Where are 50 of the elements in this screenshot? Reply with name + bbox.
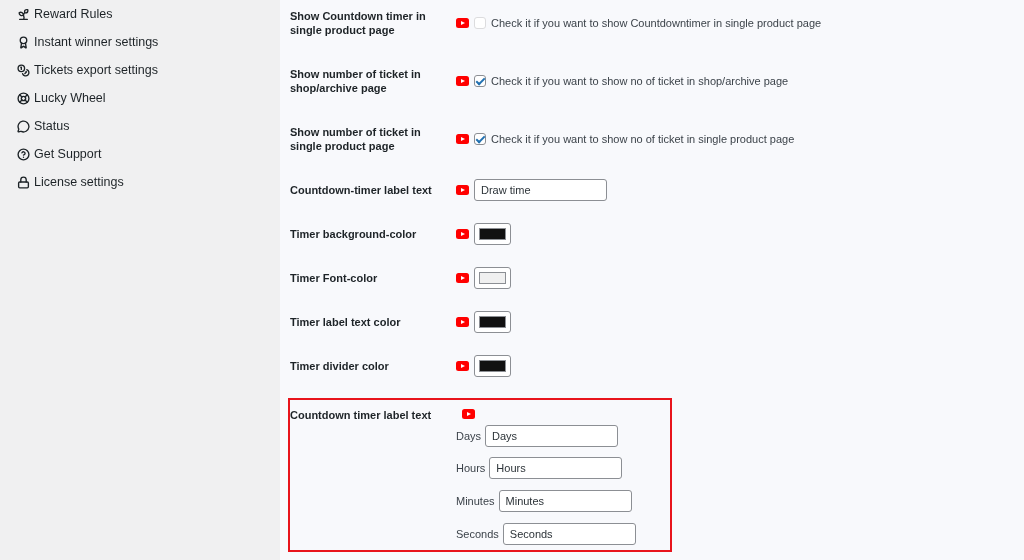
option-description: Check it if you want to show Countdowntimer in single product page xyxy=(491,17,822,29)
sidebar-item[interactable]: Instant winner settings xyxy=(0,28,159,56)
setting-label: Countdown timer label text xyxy=(290,408,433,423)
setting-label: Timer label text color xyxy=(290,315,402,329)
setting-label: Show Countdown timer in single product page xyxy=(290,9,427,37)
setting-label: Show number of ticket in shop/archive page xyxy=(290,67,422,95)
sprout-icon xyxy=(17,7,30,21)
field-label: Hours xyxy=(456,462,486,475)
sidebar-item[interactable]: Status xyxy=(0,112,70,140)
video-icon[interactable] xyxy=(456,361,469,371)
text-field[interactable]: Days xyxy=(485,424,619,447)
option-description: Check it if you want to show no of ticket in shop/archive page xyxy=(491,75,789,87)
field-label: Minutes xyxy=(456,495,495,508)
text-field[interactable]: Minutes xyxy=(498,490,632,513)
award-icon xyxy=(17,35,30,49)
setting-label: Show number of ticket in single product page xyxy=(290,125,422,153)
sidebar-item[interactable]: Reward Rules xyxy=(0,0,113,28)
video-icon[interactable] xyxy=(456,134,469,144)
sidebar-item[interactable]: License settings xyxy=(0,168,124,196)
option-description: Check it if you want to show no of ticket in single product page xyxy=(491,133,795,145)
color-picker[interactable] xyxy=(474,355,511,377)
sidebar-item[interactable]: Tickets export settings xyxy=(0,56,158,84)
lock-icon xyxy=(17,175,30,189)
color-picker[interactable] xyxy=(474,311,511,333)
text-field[interactable]: Seconds xyxy=(502,522,636,545)
setting-label: Timer divider color xyxy=(290,359,390,373)
video-icon[interactable] xyxy=(462,408,475,419)
chat-icon xyxy=(17,119,30,133)
video-icon[interactable] xyxy=(456,18,469,28)
video-icon[interactable] xyxy=(456,317,469,327)
video-icon[interactable] xyxy=(456,273,469,283)
field-label: Days xyxy=(456,429,482,442)
coins-icon xyxy=(17,63,30,77)
setting-label: Timer background-color xyxy=(290,227,418,241)
sidebar-item[interactable]: Get Support xyxy=(0,140,102,168)
checkbox[interactable] xyxy=(474,133,486,145)
text-field[interactable]: Hours xyxy=(489,457,623,480)
text-field[interactable]: Draw time xyxy=(474,179,607,201)
sidebar-item[interactable]: Lucky Wheel xyxy=(0,84,106,112)
color-picker[interactable] xyxy=(474,223,511,245)
video-icon[interactable] xyxy=(456,229,469,239)
field-label: Seconds xyxy=(456,527,499,540)
setting-label: Timer Font-color xyxy=(290,271,379,285)
lifebuoy-icon xyxy=(17,91,30,105)
checkbox[interactable] xyxy=(474,75,486,87)
video-icon[interactable] xyxy=(456,76,469,86)
help-icon xyxy=(17,147,30,161)
setting-label: Countdown-timer label text xyxy=(290,183,433,197)
video-icon[interactable] xyxy=(456,185,469,195)
color-picker[interactable] xyxy=(474,267,511,289)
